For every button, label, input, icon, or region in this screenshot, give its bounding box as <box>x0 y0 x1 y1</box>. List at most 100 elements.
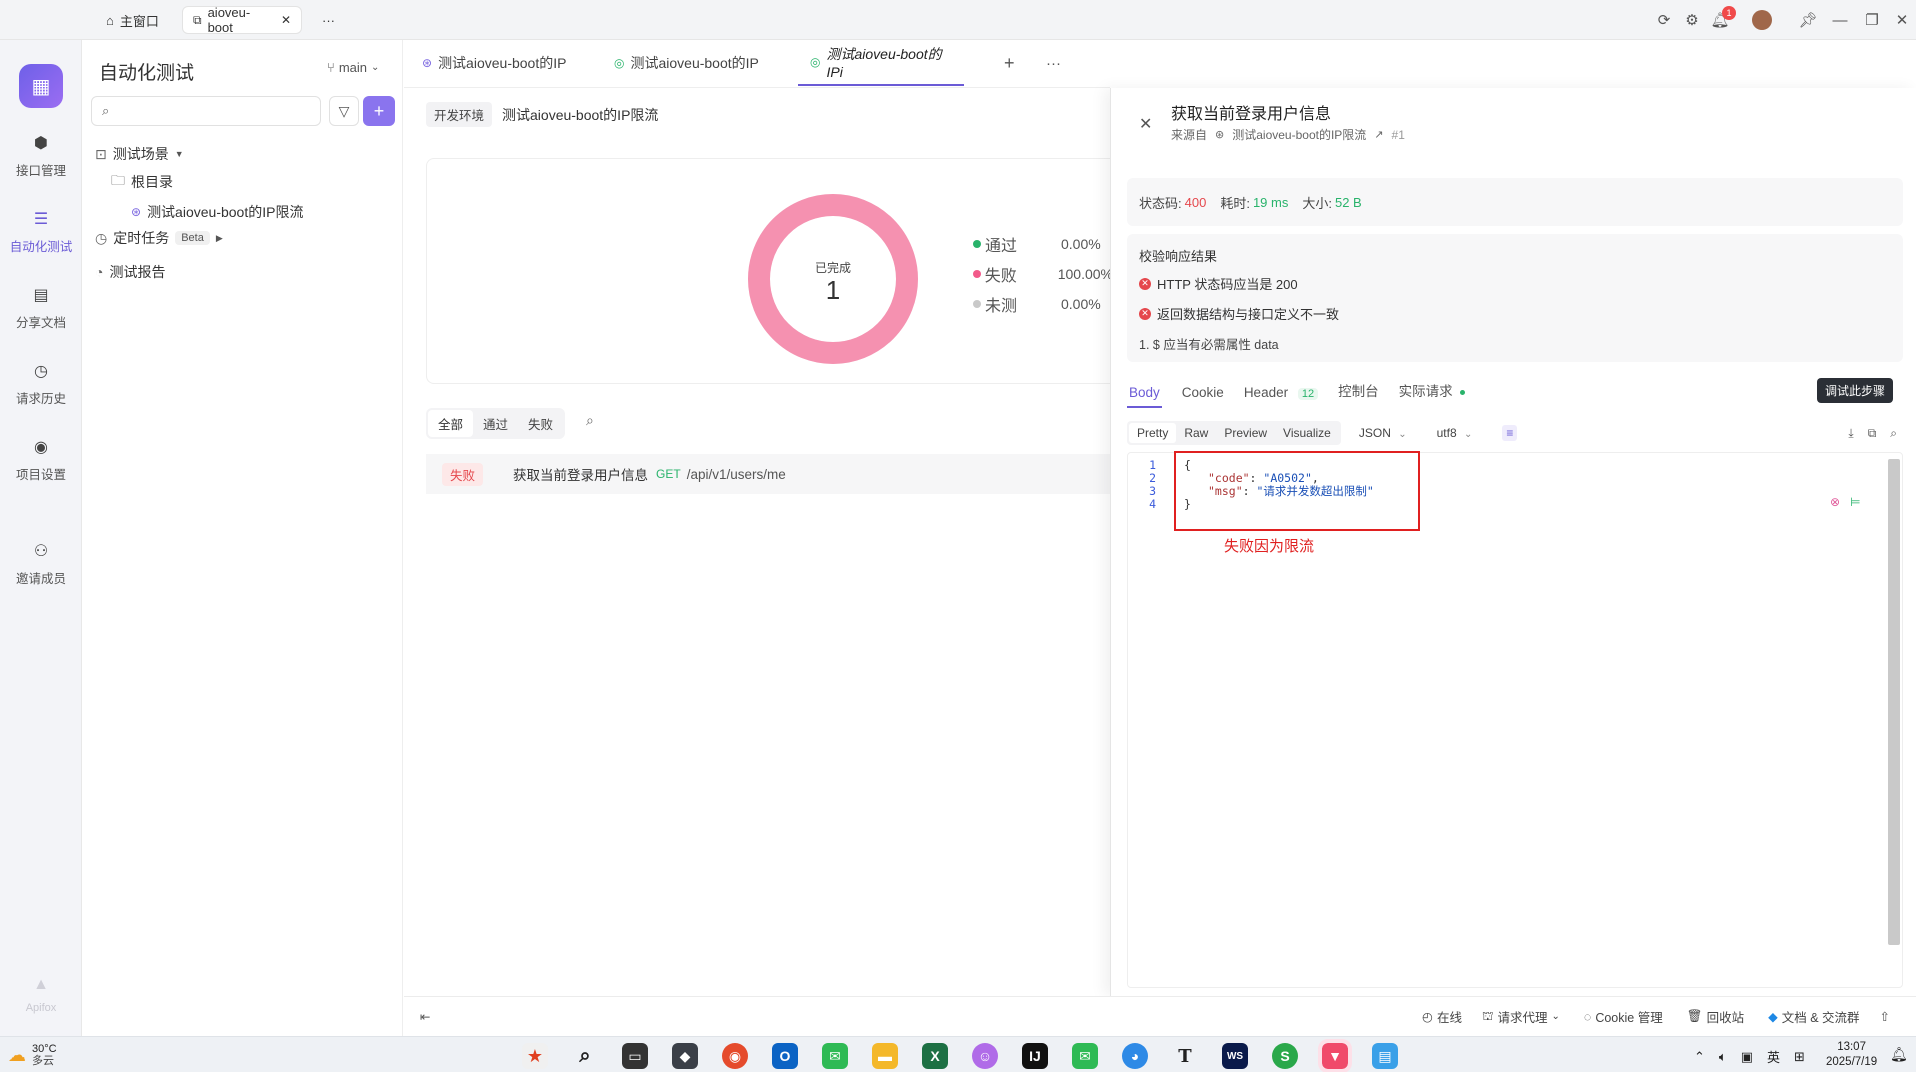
intellij-icon[interactable]: IJ <box>1022 1043 1048 1069</box>
new-tab-button[interactable]: + <box>992 40 1027 86</box>
filter-button[interactable]: ▽ <box>329 96 359 126</box>
wechat-work-icon[interactable]: ✉ <box>1072 1043 1098 1069</box>
restore-icon[interactable]: ❐ <box>1862 10 1882 30</box>
app-icon[interactable]: ◕ <box>1122 1043 1148 1069</box>
typora-icon[interactable]: T <box>1172 1043 1198 1069</box>
rail-item-autotest[interactable]: ☰ 自动化测试 <box>0 208 82 255</box>
tab-header[interactable]: Header 12 <box>1244 385 1319 408</box>
tab-scene-2[interactable]: ◎ 测试aioveu-boot的IP <box>602 40 771 86</box>
format-select[interactable]: JSON ⌄ <box>1359 426 1407 440</box>
network-icon[interactable]: ▣ <box>1741 1049 1753 1065</box>
filter-pass[interactable]: 通过 <box>473 410 518 437</box>
online-status[interactable]: ◴ 在线 <box>1422 1007 1462 1026</box>
brand-logo: ▲ Apifox <box>0 974 82 1014</box>
tree-case[interactable]: ⊛ 测试aioveu-boot的IP限流 <box>127 198 303 226</box>
rail-item-docs[interactable]: ▤ 分享文档 <box>0 284 82 331</box>
chrome-icon[interactable]: ◉ <box>722 1043 748 1069</box>
rail-item-invite[interactable]: ⚇ 邀请成员 <box>0 540 82 587</box>
tab-body[interactable]: Body <box>1127 385 1162 408</box>
outlook-icon[interactable]: O <box>772 1043 798 1069</box>
input-lang[interactable]: 英 <box>1767 1047 1780 1066</box>
minimize-icon[interactable]: — <box>1830 10 1850 30</box>
filter-fail[interactable]: 失败 <box>518 410 563 437</box>
search-icon[interactable]: ⌕ <box>586 412 594 429</box>
avatar[interactable] <box>1752 10 1772 30</box>
refresh-icon[interactable]: ⟳ <box>1654 10 1674 30</box>
task-view-icon[interactable]: ▭ <box>622 1043 648 1069</box>
code-viewer[interactable]: 1 2 3 4 { "code": "A0502", "msg": "请求并发数… <box>1127 451 1903 988</box>
tab-console[interactable]: 控制台 <box>1338 380 1379 408</box>
search-input[interactable] <box>115 103 306 119</box>
window-close-icon[interactable]: ✕ <box>1892 10 1912 30</box>
apifox-app-icon[interactable]: ▼ <box>1318 1039 1352 1072</box>
download-icon[interactable]: ⤓ <box>1848 426 1853 441</box>
search-icon[interactable]: ⌕ <box>572 1043 598 1069</box>
format-visualize[interactable]: Visualize <box>1275 423 1339 443</box>
team-logo[interactable]: ▦ <box>19 64 63 108</box>
result-row[interactable]: 失败 获取当前登录用户信息 GET /api/v1/users/me <box>426 454 1110 494</box>
app-icon[interactable]: ☺ <box>972 1043 998 1069</box>
branch-select[interactable]: ⑂ main ⌄ <box>327 60 379 75</box>
tree-root-folder[interactable]: 🗀︎ 根目录 <box>111 168 173 196</box>
rail-item-settings[interactable]: ◉ 项目设置 <box>0 436 82 483</box>
tab-more-button[interactable]: ··· <box>1034 40 1073 86</box>
wrap-icon[interactable]: ≡ <box>1502 425 1518 441</box>
format-preview[interactable]: Preview <box>1216 423 1275 443</box>
folder-icon[interactable]: ▬ <box>872 1043 898 1069</box>
donut-center-label: 已完成 <box>814 261 851 275</box>
rail-item-api[interactable]: ⬢ 接口管理 <box>0 132 82 179</box>
ime-icon[interactable]: ⊞ <box>1794 1049 1805 1065</box>
tree-scenes[interactable]: ⊡ 测试场景 ▼ <box>95 140 184 168</box>
speaker-icon[interactable]: 🔈︎ <box>1719 1049 1727 1065</box>
upload-icon[interactable]: ⇧ <box>1880 1009 1890 1024</box>
tree-scheduled[interactable]: ◷ 定时任务 Beta ▶ <box>95 224 223 252</box>
tree-label: 根目录 <box>131 174 173 190</box>
more-tabs-button[interactable]: ··· <box>312 6 345 34</box>
filter-all[interactable]: 全部 <box>428 410 474 437</box>
cookie-manager[interactable]: ◌ Cookie 管理 <box>1584 1007 1663 1026</box>
env-badge[interactable]: 开发环境 <box>426 102 493 127</box>
format-pretty[interactable]: Pretty <box>1129 423 1177 443</box>
collapse-icon[interactable]: ⊨ <box>1850 495 1860 509</box>
search-box[interactable]: ⌕ <box>91 96 321 126</box>
search-icon[interactable]: ⌕ <box>1890 426 1897 441</box>
wechat-icon[interactable]: ✉ <box>822 1043 848 1069</box>
recycle-bin[interactable]: 🗑︎ 回收站 <box>1687 1007 1744 1026</box>
webstorm-icon[interactable]: WS <box>1222 1043 1248 1069</box>
pin-icon[interactable]: 📌︎ <box>1798 10 1818 30</box>
copy-icon[interactable]: ⧉ <box>1868 426 1877 441</box>
tab-actual-request[interactable]: 实际请求 <box>1399 380 1466 408</box>
chevron-up-icon[interactable]: ⌃ <box>1694 1049 1705 1065</box>
tab-cookie[interactable]: Cookie <box>1182 385 1224 408</box>
tab-home[interactable]: ⌂ 主窗口 <box>96 6 169 34</box>
tab-project[interactable]: ⧉ aioveu-boot ✕ <box>182 5 302 35</box>
app-icon[interactable]: ◆ <box>672 1043 698 1069</box>
docs-community[interactable]: ◆ 文档 & 交流群 <box>1768 1007 1859 1026</box>
format-raw[interactable]: Raw <box>1176 423 1216 443</box>
encoding-select[interactable]: utf8 ⌄ <box>1437 426 1473 440</box>
tree-report[interactable]: ◔ 测试报告 <box>95 258 165 286</box>
app-icon[interactable]: S <box>1272 1043 1298 1069</box>
tab-scene-3[interactable]: ◎ 测试aioveu-boot的IPi <box>798 40 964 86</box>
clock[interactable]: 13:07 2025/7/19 <box>1826 1040 1877 1070</box>
add-button[interactable]: + <box>363 96 395 126</box>
tab-scene-1[interactable]: ⊛ 测试aioveu-boot的IP <box>410 40 578 86</box>
close-icon[interactable]: ✕ <box>281 13 291 27</box>
scrollbar[interactable] <box>1888 459 1900 945</box>
close-icon[interactable]: ✕ <box>1139 114 1152 134</box>
debug-step-button[interactable]: 调试此步骤 <box>1817 378 1894 403</box>
excel-icon[interactable]: X <box>922 1043 948 1069</box>
weather-widget[interactable]: ☁ 30°C 多云 <box>8 1043 57 1067</box>
ai-assist-icon[interactable]: ⊗ <box>1830 495 1840 509</box>
bell-icon[interactable]: 🔔︎ 1 <box>1710 6 1736 30</box>
proxy-menu[interactable]: ⛫ 请求代理 ⌄ <box>1482 1007 1560 1026</box>
collapse-sidebar-icon[interactable]: ⇤ <box>420 1009 430 1024</box>
source-link[interactable]: 测试aioveu-boot的IP限流 <box>1232 126 1366 143</box>
notepad-icon[interactable]: ▤ <box>1372 1043 1398 1069</box>
gear-icon[interactable]: ⚙ <box>1682 10 1702 30</box>
external-link-icon[interactable]: ↗ <box>1374 128 1383 141</box>
rail-item-history[interactable]: ◷ 请求历史 <box>0 360 82 407</box>
folder-icon: 🗀︎ <box>111 172 125 188</box>
app-icon[interactable]: ★ <box>522 1043 548 1069</box>
notifications-icon[interactable]: 🔔︎ <box>1890 1046 1908 1063</box>
